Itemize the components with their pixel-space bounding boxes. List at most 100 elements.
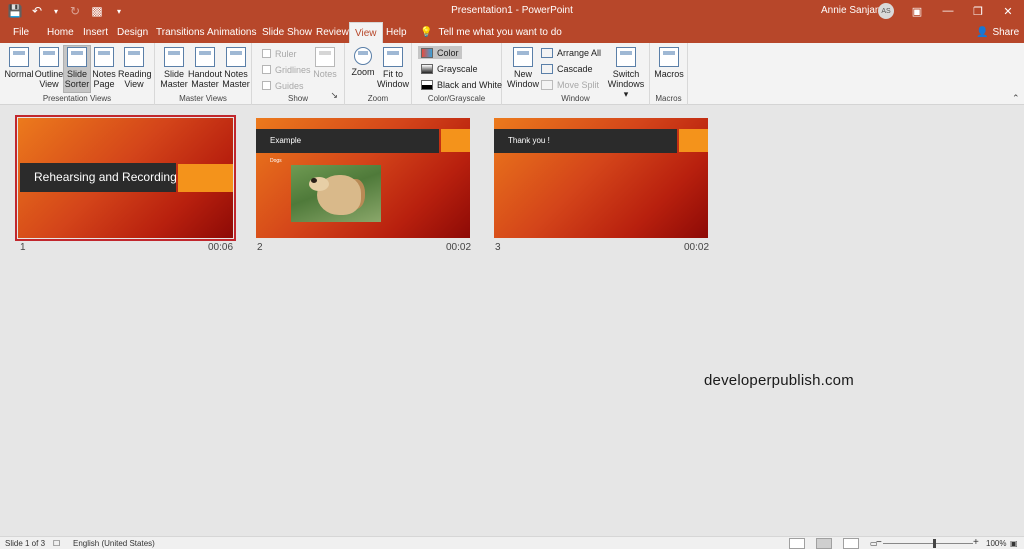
slide-sorter-button[interactable]: Slide Sorter xyxy=(63,45,91,93)
show-dialog-launcher-icon[interactable]: ↘ xyxy=(330,90,338,101)
ruler-checkbox[interactable]: Ruler xyxy=(262,47,297,60)
grayscale-swatch-icon xyxy=(421,63,433,74)
notes-page-label-1: Notes xyxy=(92,69,116,79)
tab-animations[interactable]: Animations xyxy=(203,22,260,43)
cascade-label: Cascade xyxy=(557,63,593,74)
new-window-icon xyxy=(513,47,533,67)
arrange-all-label: Arrange All xyxy=(557,47,602,58)
move-split-button[interactable]: Move Split xyxy=(541,78,599,91)
redo-icon[interactable]: ↻ xyxy=(68,4,82,18)
group-label-macros: Macros xyxy=(655,94,682,103)
color-button[interactable]: Color xyxy=(418,46,462,59)
maximize-icon[interactable]: ❐ xyxy=(969,2,987,20)
ribbon-tabs: File Home Insert Design Transitions Anim… xyxy=(0,22,1024,43)
undo-icon[interactable]: ↶ xyxy=(30,4,44,18)
slide-count: Slide 1 of 3 xyxy=(5,539,46,548)
tab-transitions[interactable]: Transitions xyxy=(152,22,209,43)
undo-dropdown-icon[interactable]: ▾ xyxy=(52,4,60,18)
tell-me-text: Tell me what you want to do xyxy=(438,27,562,38)
slide-1-number: 1 xyxy=(20,242,26,253)
status-reading-view-icon[interactable] xyxy=(843,538,859,549)
share-button[interactable]: 👤 Share xyxy=(976,22,1019,43)
handout-master-label-1: Handout xyxy=(188,69,223,79)
zoom-slider-track[interactable] xyxy=(883,543,973,544)
status-slide-sorter-icon[interactable] xyxy=(816,538,832,549)
outline-view-icon xyxy=(39,47,59,67)
color-label: Color xyxy=(437,47,459,58)
fit-slide-icon[interactable]: ▣ xyxy=(1010,539,1018,548)
reading-view-button[interactable]: Reading View xyxy=(118,46,152,89)
slide-3-number: 3 xyxy=(495,242,501,253)
start-from-beginning-icon[interactable]: ▩ xyxy=(90,4,104,18)
gridlines-checkbox[interactable]: Gridlines xyxy=(262,63,311,76)
customize-toolbar-icon[interactable]: ▾ xyxy=(112,4,126,18)
arrange-all-button[interactable]: Arrange All xyxy=(541,46,601,59)
fit-to-window-button[interactable]: Fit to Window xyxy=(376,46,410,89)
group-label-window: Window xyxy=(561,94,590,103)
handout-master-button[interactable]: Handout Master xyxy=(188,46,222,89)
black-and-white-button[interactable]: Black and White xyxy=(421,78,502,91)
zoom-level[interactable]: 100% xyxy=(986,539,1006,548)
tell-me-search[interactable]: 💡 Tell me what you want to do xyxy=(420,22,562,43)
notes-button[interactable]: Notes xyxy=(312,46,338,79)
slide-master-label-1: Slide xyxy=(163,69,184,79)
ruler-label: Ruler xyxy=(275,48,297,59)
reading-view-label-2: View xyxy=(124,79,144,89)
new-window-button[interactable]: New Window xyxy=(507,46,539,89)
outline-view-button[interactable]: Outline View xyxy=(34,46,64,89)
tab-file[interactable]: File xyxy=(9,22,33,43)
minimize-icon[interactable]: — xyxy=(939,2,957,20)
handout-master-label-2: Master xyxy=(191,79,219,89)
close-icon[interactable]: ✕ xyxy=(999,2,1017,20)
slide-thumbnail-3[interactable]: Thank you ! xyxy=(494,118,708,238)
tab-design[interactable]: Design xyxy=(113,22,152,43)
tab-view[interactable]: View xyxy=(349,22,383,43)
share-label: Share xyxy=(992,27,1020,38)
user-name[interactable]: Annie Sanjana xyxy=(821,5,886,16)
tab-home[interactable]: Home xyxy=(43,22,78,43)
cascade-button[interactable]: Cascade xyxy=(541,62,593,75)
notes-master-button[interactable]: Notes Master xyxy=(222,46,250,89)
slide-2-dog-photo xyxy=(291,165,381,222)
group-color-grayscale: Color Grayscale Black and White Color/Gr… xyxy=(412,43,502,105)
tab-slide-show[interactable]: Slide Show xyxy=(258,22,316,43)
zoom-button[interactable]: Zoom xyxy=(350,46,376,77)
black-and-white-label: Black and White xyxy=(437,79,503,90)
normal-label: Normal xyxy=(4,69,34,79)
magnifier-icon xyxy=(354,47,372,65)
group-label-presentation-views: Presentation Views xyxy=(42,94,112,103)
group-macros: Macros Macros xyxy=(650,43,688,105)
gridlines-label: Gridlines xyxy=(275,64,311,75)
avatar[interactable]: AS xyxy=(878,3,894,19)
slide-3-timing: 00:02 xyxy=(684,242,710,253)
slide-thumbnail-2[interactable]: Example Dogs xyxy=(256,118,470,238)
zoom-in-button[interactable]: + xyxy=(973,537,979,548)
zoom-label: Zoom xyxy=(351,67,375,77)
macros-button[interactable]: Macros xyxy=(654,46,684,79)
group-zoom: Zoom Fit to Window Zoom xyxy=(345,43,412,105)
collapse-ribbon-icon[interactable]: ⌃ xyxy=(1012,93,1020,104)
tab-insert[interactable]: Insert xyxy=(79,22,112,43)
normal-view-button[interactable]: Normal xyxy=(4,46,34,79)
macros-label: Macros xyxy=(654,69,684,79)
switch-windows-button[interactable]: Switch Windows ▾ xyxy=(606,46,646,99)
notes-page-button[interactable]: Notes Page xyxy=(91,46,117,89)
group-label-zoom: Zoom xyxy=(367,94,389,103)
slide-master-button[interactable]: Slide Master xyxy=(160,46,188,89)
slide-1-accent-bar xyxy=(178,164,233,192)
status-normal-view-icon[interactable] xyxy=(789,538,805,549)
spelling-check-icon[interactable]: ☐ xyxy=(53,539,60,548)
status-bar: Slide 1 of 3 ☐ English (United States) ▭… xyxy=(0,536,1024,549)
zoom-slider-thumb[interactable] xyxy=(933,539,936,548)
guides-checkbox[interactable]: Guides xyxy=(262,79,304,92)
ribbon-display-options-icon[interactable]: ▣ xyxy=(908,2,926,20)
slide-2-accent-bar xyxy=(441,129,470,152)
save-icon[interactable]: 💾 xyxy=(8,4,23,18)
language-indicator[interactable]: English (United States) xyxy=(73,539,155,548)
zoom-out-button[interactable]: − xyxy=(876,537,882,548)
tab-help[interactable]: Help xyxy=(382,22,411,43)
tab-review[interactable]: Review xyxy=(312,22,353,43)
slide-thumbnail-1[interactable]: Rehearsing and Recording xyxy=(15,115,236,241)
grayscale-button[interactable]: Grayscale xyxy=(421,62,478,75)
slide-2-number: 2 xyxy=(257,242,263,253)
